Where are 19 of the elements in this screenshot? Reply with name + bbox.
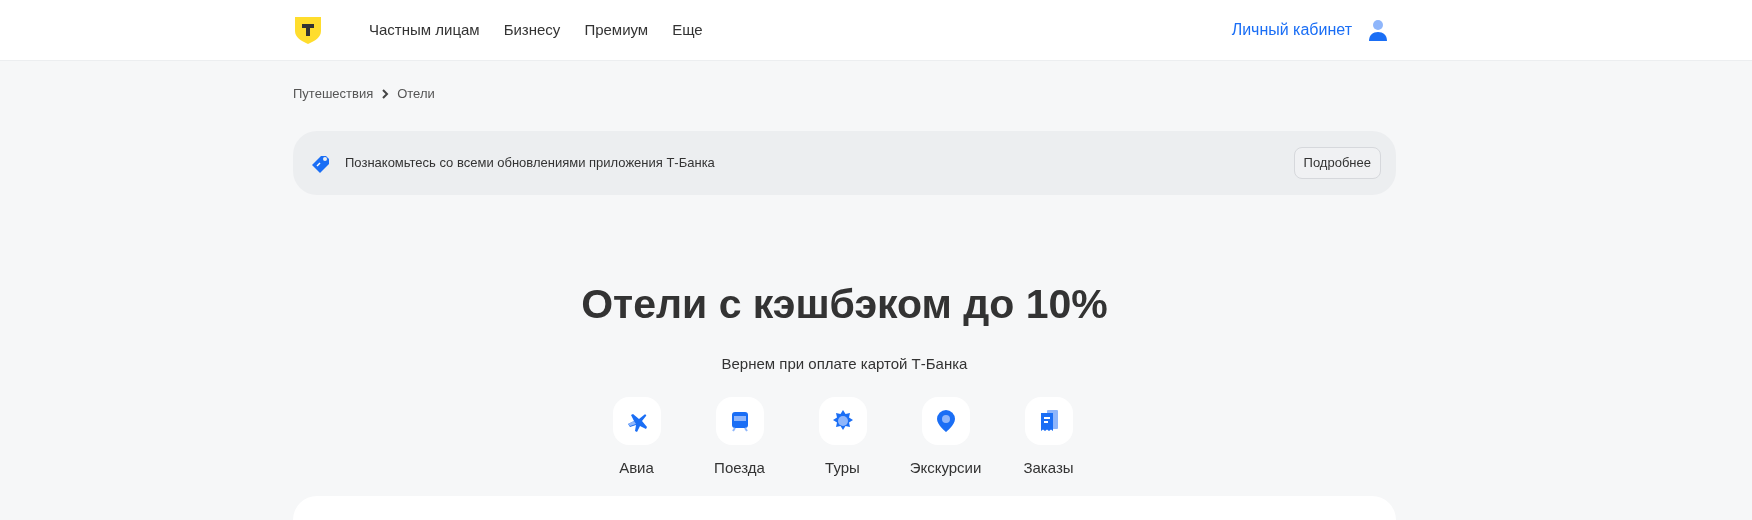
breadcrumb-link[interactable]: Путешествия <box>293 84 374 104</box>
category-link[interactable]: Поезда <box>688 397 791 480</box>
category-link[interactable]: Туры <box>791 397 894 480</box>
category-link[interactable]: Экскурсии <box>894 397 997 480</box>
nav-link[interactable]: Премиум <box>584 18 649 42</box>
details-button[interactable]: Подробнее <box>1293 146 1381 179</box>
account-link[interactable]: Личный кабинет <box>1231 18 1352 42</box>
hero-title: Отели с кэшбэком до 10% <box>580 279 1109 329</box>
hero-subtitle: Вернем при оплате картой Т-Банка <box>720 353 969 374</box>
category-link[interactable]: Авиа <box>585 397 688 480</box>
nav-link[interactable]: Частным лицам <box>369 18 480 42</box>
banner-text: Познакомьтесь со всеми обновлениями приложения Т-Банка <box>345 153 715 172</box>
nav-link[interactable]: Бизнесу <box>503 18 561 42</box>
user-icon[interactable] <box>1368 19 1388 41</box>
nav-link[interactable]: Еще <box>672 18 703 42</box>
shield-logo-icon[interactable] <box>293 15 323 45</box>
chevron-right-icon <box>381 88 390 99</box>
category-link[interactable]: Заказы <box>997 397 1100 480</box>
breadcrumb-current: Отели <box>397 85 435 103</box>
